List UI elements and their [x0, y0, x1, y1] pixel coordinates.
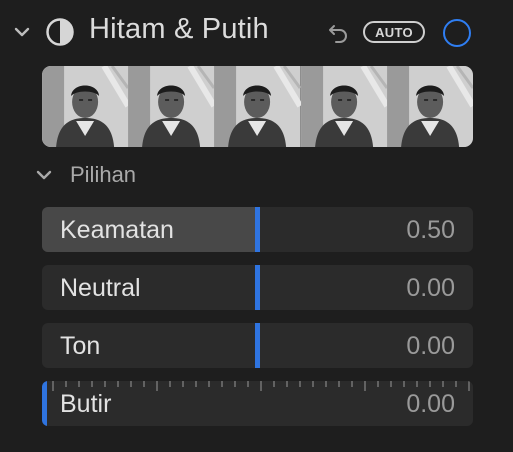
preset-thumbnails — [42, 66, 473, 147]
chevron-down-icon[interactable] — [34, 168, 54, 184]
undo-icon[interactable] — [327, 20, 351, 44]
slider-neutral[interactable]: Neutral 0.00 — [42, 265, 473, 310]
slider-value: 0.00 — [406, 274, 455, 302]
panel-title: Hitam & Putih — [89, 13, 269, 45]
preset-thumbnail[interactable] — [128, 66, 215, 147]
preset-thumbnail[interactable] — [300, 66, 387, 147]
slider-label: Butir — [60, 390, 112, 418]
slider-handle[interactable] — [255, 207, 260, 252]
chevron-down-icon[interactable] — [12, 22, 32, 42]
slider-handle[interactable] — [255, 323, 260, 368]
slider-label: Keamatan — [60, 216, 174, 244]
slider-value: 0.00 — [406, 390, 455, 418]
slider-handle[interactable] — [255, 265, 260, 310]
options-label: Pilihan — [70, 162, 137, 187]
slider-tone[interactable]: Ton 0.00 — [42, 323, 473, 368]
slider-grain[interactable]: Butir 0.00 — [42, 381, 473, 426]
slider-label: Ton — [60, 332, 101, 360]
toggle-circle-icon[interactable] — [443, 19, 471, 47]
preset-thumbnail[interactable] — [42, 66, 129, 147]
slider-handle[interactable] — [42, 381, 47, 426]
options-disclosure[interactable]: Pilihan — [34, 160, 334, 190]
panel-header: Hitam & Putih AUTO — [0, 0, 513, 62]
preset-thumbnail[interactable] — [214, 66, 301, 147]
slider-value: 0.50 — [406, 216, 455, 244]
slider-value: 0.00 — [406, 332, 455, 360]
slider-intensity[interactable]: Keamatan 0.50 — [42, 207, 473, 252]
slider-label: Neutral — [60, 274, 141, 302]
black-white-icon — [46, 18, 74, 46]
preset-thumbnail[interactable] — [386, 66, 473, 147]
auto-button[interactable]: AUTO — [363, 21, 425, 43]
